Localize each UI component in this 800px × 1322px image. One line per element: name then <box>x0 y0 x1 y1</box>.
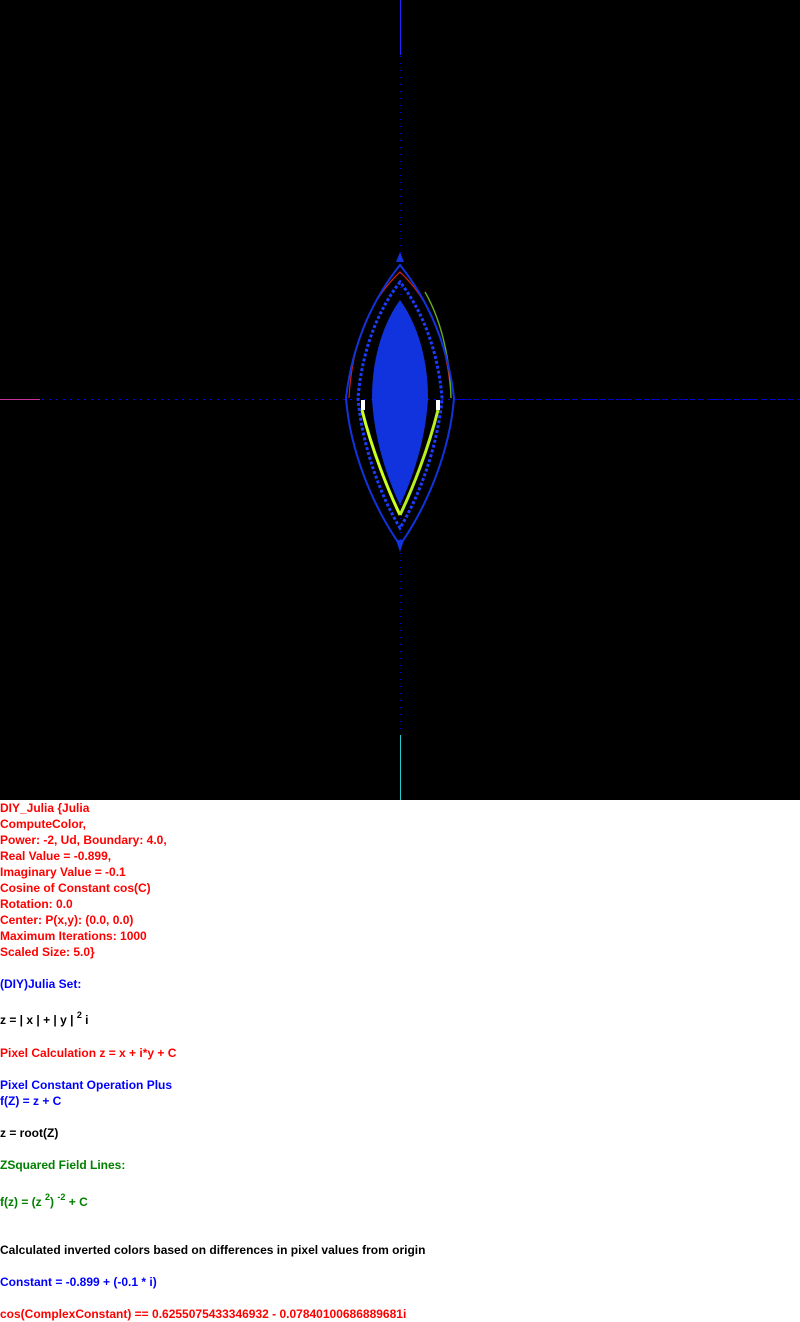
param-line: Power: -2, Ud, Boundary: 4.0, <box>0 833 167 847</box>
f-formula: f(Z) = z + C <box>0 1094 62 1108</box>
z-formula-exp: 2 <box>76 1010 82 1020</box>
fz-a: f(z) = (z <box>0 1195 42 1209</box>
set-title: (DIY)Julia Set: <box>0 977 82 991</box>
constant-line: Constant = -0.899 + (-0.1 * i) <box>0 1275 157 1289</box>
left-highlight <box>361 400 365 410</box>
right-highlight <box>436 400 440 410</box>
colors-note: Calculated inverted colors based on diff… <box>0 1243 426 1257</box>
z-formula-tail: i <box>85 1013 89 1027</box>
info-panel: DIY_Julia {Julia ComputeColor, Power: -2… <box>0 800 800 1322</box>
param-line: Imaginary Value = -0.1 <box>0 865 126 879</box>
cos-constant-line: cos(ComplexConstant) == 0.62550754333469… <box>0 1307 407 1321</box>
root-formula: z = root(Z) <box>0 1126 59 1140</box>
param-line: Rotation: 0.0 <box>0 897 73 911</box>
param-line: ComputeColor, <box>0 817 86 831</box>
fz-formula: f(z) = (z 2) -2 + C <box>0 1192 88 1210</box>
pixel-calculation: Pixel Calculation z = x + i*y + C <box>0 1046 177 1060</box>
fz-c: + C <box>68 1195 88 1209</box>
param-line: Real Value = -0.899, <box>0 849 112 863</box>
param-line: Maximum Iterations: 1000 <box>0 929 147 943</box>
julia-set-image <box>0 0 800 800</box>
z-formula-base: z = | x | + | y | <box>0 1013 74 1027</box>
param-line: Scaled Size: 5.0} <box>0 945 95 959</box>
pixel-operation: Pixel Constant Operation Plus <box>0 1078 173 1092</box>
param-line: Center: P(x,y): (0.0, 0.0) <box>0 913 134 927</box>
fz-b: ) <box>50 1195 55 1209</box>
param-line: DIY_Julia {Julia <box>0 801 90 815</box>
fz-exp2: -2 <box>57 1192 66 1202</box>
field-lines-title: ZSquared Field Lines: <box>0 1158 126 1172</box>
fractal-canvas <box>0 0 800 800</box>
param-line: Cosine of Constant cos(C) <box>0 881 151 895</box>
z-formula: z = | x | + | y | 2 i <box>0 1010 89 1028</box>
